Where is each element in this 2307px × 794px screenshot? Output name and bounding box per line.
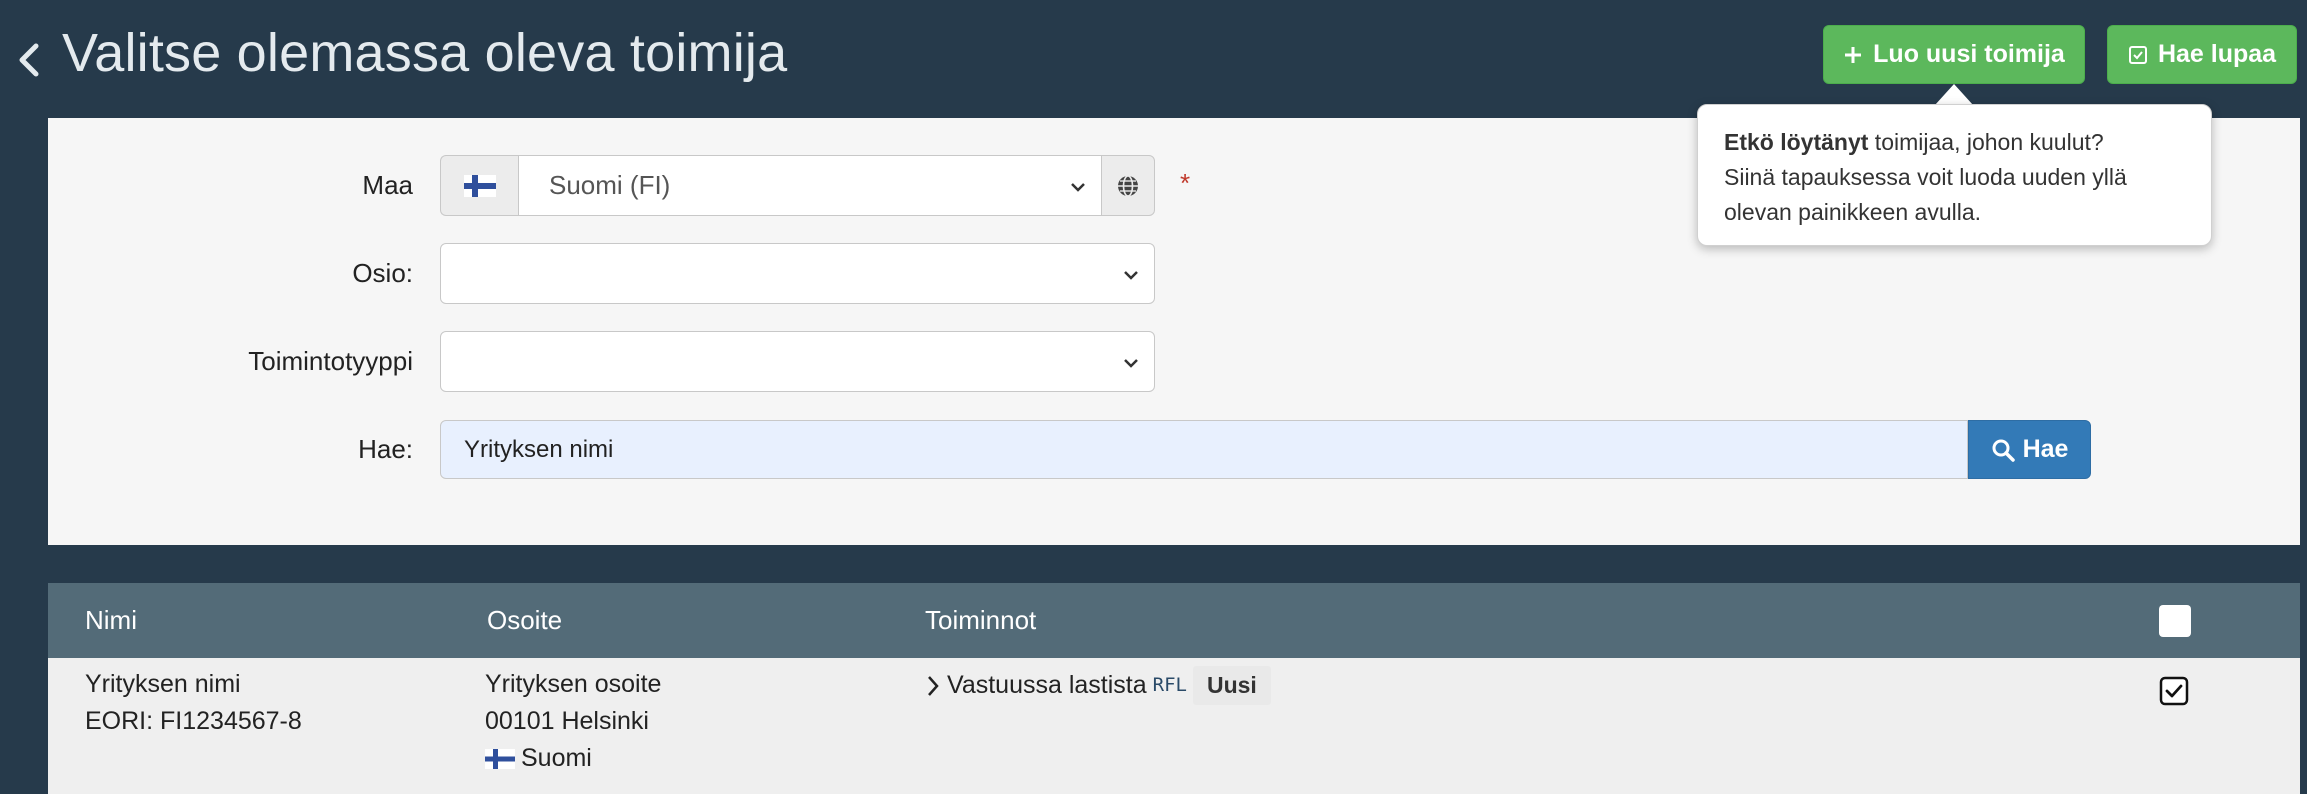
page-title: Valitse olemassa oleva toimija xyxy=(62,23,788,83)
section-select[interactable] xyxy=(440,243,1155,304)
operator-eori: EORI: FI1234567-8 xyxy=(85,707,302,735)
section-label: Osio: xyxy=(352,258,413,288)
address-country: Suomi xyxy=(485,740,661,777)
tooltip-bold-text: Etkö löytänyt xyxy=(1724,129,1869,155)
operator-name: Yrityksen nimi xyxy=(85,670,241,698)
operator-address-cell: Yrityksen osoite 00101 Helsinki Suomi xyxy=(485,666,661,777)
activity-type-label: Toimintotyyppi xyxy=(248,346,413,376)
country-select-value: Suomi (FI) xyxy=(549,170,671,200)
create-operator-button[interactable]: Luo uusi toimija xyxy=(1823,25,2085,84)
address-line2: 00101 Helsinki xyxy=(485,707,649,735)
operator-name-cell: Yrityksen nimi EORI: FI1234567-8 xyxy=(85,666,302,740)
country-select[interactable]: Suomi (FI) xyxy=(518,155,1102,216)
checkbox-checked-icon xyxy=(2128,45,2147,64)
activity-name: Vastuussa lastista xyxy=(947,671,1147,699)
finland-flag-icon xyxy=(485,748,515,769)
apply-permit-button[interactable]: Hae lupaa xyxy=(2107,25,2297,84)
tooltip-arrow xyxy=(1935,84,1973,105)
activity-code: RFL xyxy=(1152,674,1187,696)
column-header-address: Osoite xyxy=(487,605,563,635)
globe-button[interactable] xyxy=(1101,155,1155,216)
search-button-label: Hae xyxy=(2022,435,2069,463)
search-icon xyxy=(1992,439,2015,462)
apply-permit-label: Hae lupaa xyxy=(2157,40,2277,68)
search-input[interactable]: Yrityksen nimi xyxy=(440,420,1968,479)
globe-icon xyxy=(1118,174,1138,197)
table-row[interactable]: Yrityksen nimi EORI: FI1234567-8 Yrityks… xyxy=(48,658,2300,794)
address-country-name: Suomi xyxy=(521,744,592,772)
tooltip-text-line3: olevan painikkeen avulla. xyxy=(1724,199,1982,225)
status-badge: Uusi xyxy=(1192,666,1271,705)
address-line1: Yrityksen osoite xyxy=(485,670,662,698)
activity-type-select[interactable] xyxy=(440,331,1155,392)
tooltip-text-line2: Siinä tapauksessa voit luoda uuden yllä xyxy=(1724,164,2127,190)
column-header-actions: Toiminnot xyxy=(925,605,1037,635)
tooltip-text-line1: toimijaa, johon kuulut? xyxy=(1868,129,2104,155)
plus-icon xyxy=(1845,46,1862,63)
country-flag-addon xyxy=(440,155,519,216)
select-all-checkbox[interactable] xyxy=(2159,605,2191,637)
chevron-right-icon xyxy=(928,675,939,696)
row-checkbox-checked[interactable] xyxy=(2159,676,2189,706)
back-button[interactable] xyxy=(14,40,44,80)
required-marker: * xyxy=(1180,168,1191,198)
chevron-down-icon xyxy=(1124,359,1138,368)
search-input-value: Yrityksen nimi xyxy=(464,435,614,463)
hint-tooltip: Etkö löytänyt toimijaa, johon kuulut? Si… xyxy=(1697,104,2212,246)
chevron-down-icon xyxy=(1071,183,1085,192)
chevron-left-icon xyxy=(19,43,39,77)
search-label: Hae: xyxy=(358,434,413,464)
finland-flag-icon xyxy=(464,174,496,197)
create-operator-label: Luo uusi toimija xyxy=(1873,40,2065,68)
country-label: Maa xyxy=(362,170,413,200)
search-button[interactable]: Hae xyxy=(1968,420,2091,479)
column-header-name: Nimi xyxy=(85,605,137,635)
table-header: Nimi Osoite Toiminnot xyxy=(48,583,2300,658)
chevron-down-icon xyxy=(1124,271,1138,280)
operator-activity-cell[interactable]: Vastuussa lastista RFL Uusi xyxy=(925,666,1271,705)
